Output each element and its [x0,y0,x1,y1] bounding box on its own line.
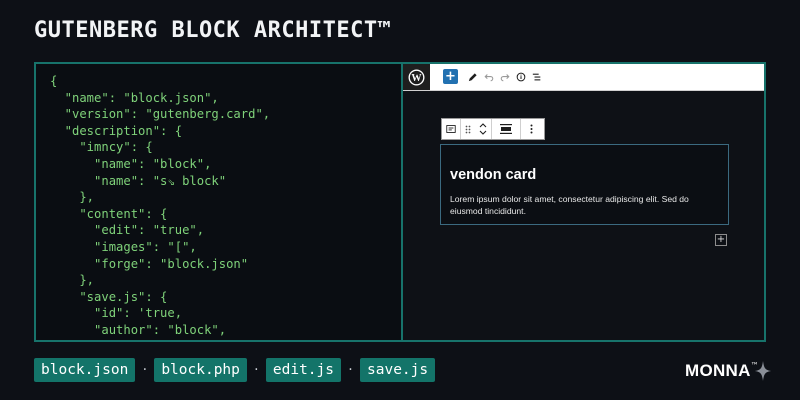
code-editor[interactable]: { "name": "block.json", "version": "gute… [50,73,270,340]
code-line: "id": 'true, [50,306,183,321]
code-line: "save.js": { [50,289,168,304]
file-chip[interactable]: edit.js [265,358,341,382]
drag-handle-icon[interactable] [461,119,475,139]
code-line: "images": "[", [50,239,197,254]
card-body-text[interactable]: Lorem ipsum dolor sit amet, consectetur … [450,193,720,217]
redo-icon[interactable] [499,69,511,85]
block-inserter-plus-icon[interactable]: + [715,234,727,246]
move-up-down-icon[interactable] [475,119,492,139]
code-line: "author": "block", [50,322,227,337]
list-view-icon[interactable] [531,69,543,85]
block-type-icon[interactable] [442,119,461,139]
file-chip[interactable]: save.js [360,358,436,382]
code-line: "version": "gutenberg.card", [50,107,271,122]
info-icon[interactable] [515,69,527,85]
wordpress-logo-icon[interactable]: W [403,64,430,90]
block-editor-pane: W + vendon card Lorem ipsum dolor sit am… [403,64,764,340]
code-line: { [50,74,58,88]
align-icon[interactable] [492,119,521,139]
card-title[interactable]: vendon card [450,167,536,183]
pencil-icon[interactable] [465,69,479,85]
card-block[interactable]: vendon card Lorem ipsum dolor sit amet, … [440,144,729,225]
code-line: "name": "block.json", [50,90,219,105]
file-chip[interactable]: block.php [154,358,247,382]
brand-logo: MONNA ™ [685,360,772,382]
plus-icon[interactable]: + [443,69,458,84]
file-chip[interactable]: block.json [34,358,136,382]
block-toolbar [441,118,545,140]
code-line: "repplerel": 'blockcard' [50,340,270,341]
code-line: "name": "s⇘ block" [50,173,227,188]
code-pane: { "name": "block.json", "version": "gute… [36,64,403,340]
file-list: block.json · block.php · edit.js · save.js [34,358,436,382]
brand-name: MONNA [685,361,751,380]
file-separator: · [254,362,259,378]
workspace-frame: { "name": "block.json", "version": "gute… [34,62,766,342]
brand-trademark: ™ [750,360,759,370]
editor-top-toolbar: W + [403,64,764,91]
code-line: "name": "block", [50,156,212,171]
code-line: }, [50,273,95,288]
page-title: GUTENBERG BLOCK ARCHITECT™ [34,18,392,43]
code-line: "imncy": { [50,140,153,155]
code-line: }, [50,190,95,205]
code-line: "description": { [50,123,183,138]
more-options-icon[interactable] [521,119,541,139]
file-separator: · [142,362,148,378]
code-line: "edit": "true", [50,223,205,238]
undo-icon[interactable] [483,69,495,85]
code-line: "forge": "block.json" [50,256,249,271]
code-line: "content": { [50,206,168,221]
svg-text:W: W [411,73,422,84]
file-separator: · [348,362,353,378]
